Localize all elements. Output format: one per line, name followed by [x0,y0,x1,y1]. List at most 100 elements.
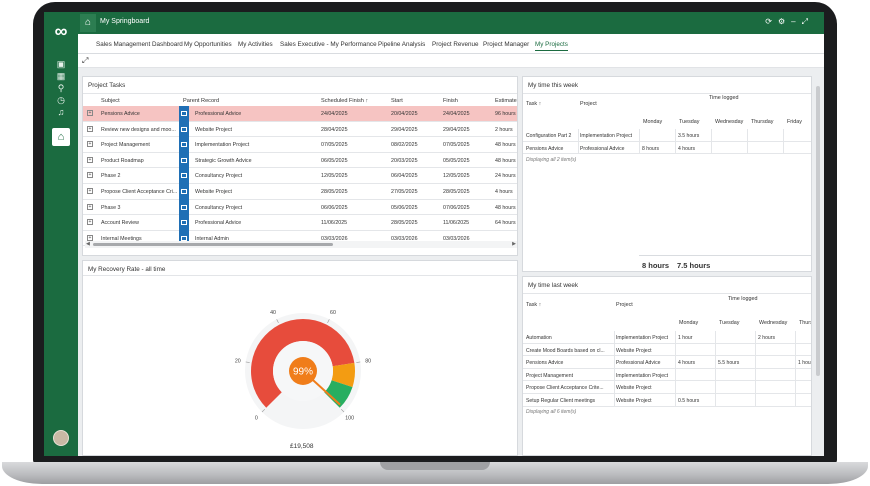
tab-my-opportunities[interactable]: My Opportunities [184,41,232,48]
table-row[interactable]: + Account Review Professional Advice 11/06/… [83,215,517,231]
avatar[interactable] [53,430,69,446]
table-row[interactable]: Project Management Implementation Project [523,368,811,382]
table-row[interactable]: + Review new designs and moo... Website Pr… [83,121,517,138]
grid-icon[interactable]: ▦ [54,70,68,82]
table-row[interactable]: + Phase 3 Consultancy Project 06/06/2025 05/… [83,199,517,216]
gear-icon[interactable]: ⚙ [778,17,791,26]
cell-project[interactable]: Implementation Project [580,133,635,139]
tab-project-revenue[interactable]: Project Revenue [432,41,479,48]
gauge-scale-label: 100 [345,416,354,422]
header-home-icon[interactable]: ⌂ [80,14,96,32]
tab-sales-executive-performance[interactable]: Sales Executive - My Performance [280,41,377,48]
cell-parent[interactable]: Consultancy Project [195,173,315,179]
expand-icon[interactable]: ⤢ [82,56,88,66]
day-header: Friday [787,119,802,125]
cell-parent[interactable]: Professional Advice [195,220,315,226]
cell-parent[interactable]: Strategic Growth Advice [195,158,315,164]
cell-task: Configuration Part 2 [526,133,572,139]
cell-task: Propose Client Acceptance Crite... [526,385,604,392]
column-header-parent-record[interactable]: Parent Record [183,98,219,104]
expand-row-icon[interactable]: + [87,110,93,116]
expand-row-icon[interactable]: + [87,141,93,148]
expand-row-icon[interactable]: + [87,188,93,194]
column-header-task[interactable]: Task ↑ [526,302,541,308]
horizontal-scrollbar[interactable]: ◀ ▶ [85,241,517,248]
column-header-project[interactable]: Project [580,101,597,107]
expand-row-icon[interactable]: + [87,125,93,132]
cell-estimate: 64 hours [495,220,516,227]
column-header-task[interactable]: Task ↑ [526,101,541,107]
cell-project[interactable]: Website Project [616,398,671,404]
cell-parent[interactable]: Consultancy Project [195,205,315,211]
cell-project[interactable]: Website Project [616,348,671,354]
tab-my-activities[interactable]: My Activities [238,41,273,48]
clock-icon[interactable]: ◷ [54,94,68,106]
cell-finish: 28/05/2025 [443,189,470,195]
record-type-badge [179,184,189,200]
record-type-badge [179,199,189,216]
scroll-right-icon[interactable]: ▶ [512,241,516,247]
cell-project[interactable]: Professional Advice [580,146,635,152]
cell-estimate: 4 hours [495,189,513,195]
table-row[interactable]: Pensions Advice Professional Advice 4 hour… [523,356,811,369]
tab-my-projects[interactable]: My Projects [535,41,568,51]
cell-hours: 0.5 hours [678,398,700,404]
table-row[interactable]: + Project Management Implementation Projec… [83,137,517,153]
cell-start: 20/04/2025 [391,111,418,117]
cell-hours: 2 hours [758,335,775,341]
column-header-start[interactable]: Start [391,98,403,104]
cell-parent[interactable]: Website Project [195,189,315,195]
cell-project[interactable]: Website Project [616,385,671,391]
bell-icon[interactable]: ♫ [54,106,68,118]
table-row[interactable]: + Phase 2 Consultancy Project 12/05/2025 06/… [83,168,517,184]
expand-row-icon[interactable]: + [87,219,93,226]
cell-scheduled: 28/05/2025 [321,189,348,195]
tab-project-manager[interactable]: Project Manager [483,41,529,48]
total-monday: 8 hours [642,261,670,270]
table-row[interactable]: + Propose Client Acceptance Cri... Website… [83,184,517,200]
project-icon [181,220,187,226]
refresh-icon[interactable]: ⟳ [765,17,778,26]
items-count: Displaying all 6 item(s) [526,409,577,415]
expand-row-icon[interactable]: + [87,156,93,163]
expand-row-icon[interactable]: + [87,203,93,210]
table-row[interactable]: Configuration Part 2 Implementation Proje… [523,129,811,142]
scrollbar-thumb[interactable] [93,243,333,246]
table-row[interactable]: + Product Roadmap Strategic Growth Advice 0… [83,152,517,169]
table-row[interactable]: Setup Regular Client meetings Website Pro… [523,394,811,407]
scroll-left-icon[interactable]: ◀ [86,241,90,247]
cell-project[interactable]: Professional Advice [616,360,671,366]
cell-project[interactable]: Implementation Project [616,335,671,341]
column-header-project[interactable]: Project [616,302,633,308]
cell-parent[interactable]: Implementation Project [195,142,315,148]
column-header-subject[interactable]: Subject [101,98,120,104]
fullscreen-icon[interactable]: ⤢ [802,17,814,26]
table-row[interactable]: + Pensions Advice Professional Advice 24/04… [83,106,517,122]
day-header: Tuesday [719,320,740,326]
search-icon[interactable]: ⚲ [54,82,68,94]
table-row[interactable]: Pensions Advice Professional Advice 8 hour… [523,141,811,155]
expand-row-icon[interactable]: + [87,234,93,241]
minimize-icon[interactable]: – [791,17,801,26]
column-header-finish[interactable]: Finish [443,98,458,104]
record-icon[interactable]: ▣ [54,58,68,70]
expand-row-icon[interactable]: + [87,172,93,179]
cell-subject: Phase 3 [101,204,121,211]
cell-parent[interactable]: Professional Advice [195,111,315,117]
column-header-scheduled-finish[interactable]: Scheduled Finish ↑ [321,98,368,104]
column-header-estimate[interactable]: Estimate [495,98,517,104]
cell-parent[interactable]: Website Project [195,127,315,133]
tab-sales-management-dashboard[interactable]: Sales Management Dashboard [96,41,183,48]
cell-scheduled: 11/06/2025 [321,220,348,227]
cell-task: Setup Regular Client meetings [526,398,596,404]
table-row[interactable]: Propose Client Acceptance Crite... Websit… [523,381,811,394]
cell-project[interactable]: Implementation Project [616,373,671,379]
cell-estimate: 48 hours [495,142,516,149]
table-row[interactable]: Create Mood Boards based on cl... Website… [523,343,811,357]
vertical-scrollbar[interactable] [816,86,820,376]
cell-hours: 1 hour [798,360,812,367]
home-icon[interactable]: ⌂ [52,128,70,146]
tab-pipeline-analysis[interactable]: Pipeline Analysis [378,41,425,48]
gauge-value-label: 99% [293,367,313,378]
table-row[interactable]: Automation Implementation Project 1 hour 2 … [523,331,811,344]
